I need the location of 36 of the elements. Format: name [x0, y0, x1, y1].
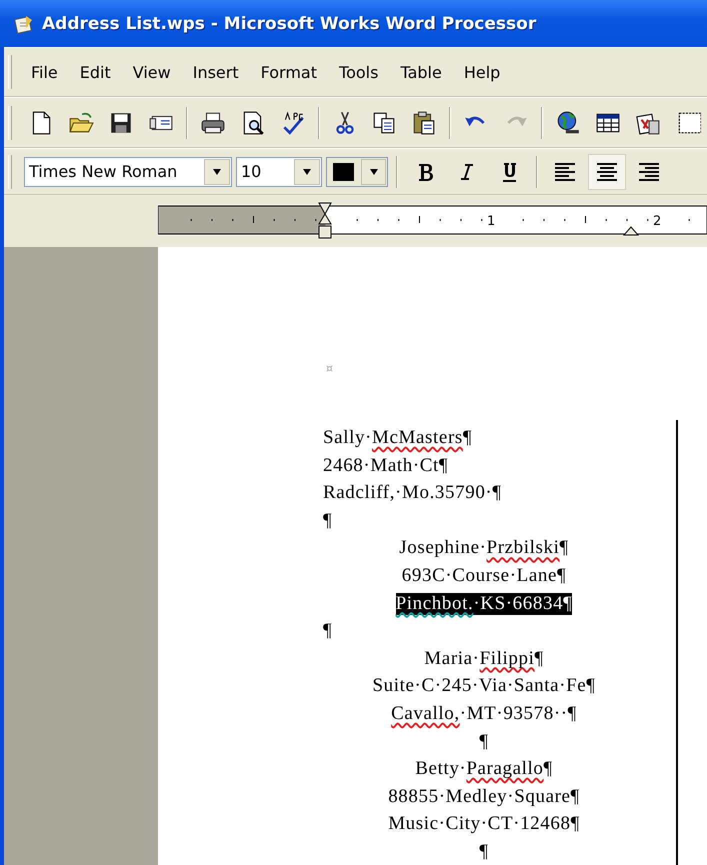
window-title: Address List.wps - Microsoft Works Word Processor: [42, 14, 536, 34]
document-line: ¶: [323, 510, 332, 532]
document-line: 88855·Medley·Square¶: [388, 786, 580, 808]
menu-item[interactable]: View: [122, 58, 182, 86]
document-line: Maria·Filippi¶: [424, 648, 544, 670]
align-center-button[interactable]: [588, 154, 626, 190]
document-line: 2468·Math·Ct¶: [323, 454, 448, 477]
font-color-dropdown[interactable]: [326, 156, 388, 186]
document-line: Music·City·CT·12468¶: [388, 813, 580, 836]
document-line: ¶: [323, 620, 332, 642]
menu-item[interactable]: Help: [452, 58, 512, 86]
dropdown-arrow-icon: [368, 168, 380, 176]
document-line: 693C·Course·Lane¶: [402, 564, 566, 587]
menu-item[interactable]: Format: [250, 58, 328, 86]
menu-item[interactable]: Insert: [182, 58, 250, 86]
font-name-dropdown[interactable]: Times New Roman: [24, 156, 232, 186]
ruler-number: 1: [487, 214, 496, 229]
document-line: Sally·McMasters¶: [323, 427, 472, 449]
document-line: Cavallo,·MT·93578··¶: [391, 702, 577, 725]
document-line: Josephine·Przbilski¶: [399, 537, 569, 560]
font-size-dropdown[interactable]: 10: [236, 156, 322, 186]
menu-item[interactable]: Tools: [328, 58, 390, 86]
menu-item[interactable]: Edit: [68, 58, 122, 86]
document-line: Radcliff,·Mo.35790·¶: [323, 482, 502, 504]
document-line: Betty·Paragallo¶: [415, 758, 553, 780]
dropdown-arrow-icon: [301, 168, 313, 176]
document-line: ¶: [479, 840, 489, 863]
ruler-number: 2: [653, 214, 662, 229]
cell-marker: ¤: [326, 362, 333, 375]
tab-stop-marker[interactable]: [622, 226, 640, 236]
document-line: ¶: [479, 730, 489, 753]
document-line: Suite·C·245·Via·Santa·Fe¶: [372, 675, 596, 698]
dropdown-arrow-icon: [211, 168, 223, 176]
indent-marker[interactable]: [318, 202, 332, 238]
menu-item[interactable]: File: [20, 58, 69, 86]
menu-item[interactable]: Table: [389, 58, 453, 86]
